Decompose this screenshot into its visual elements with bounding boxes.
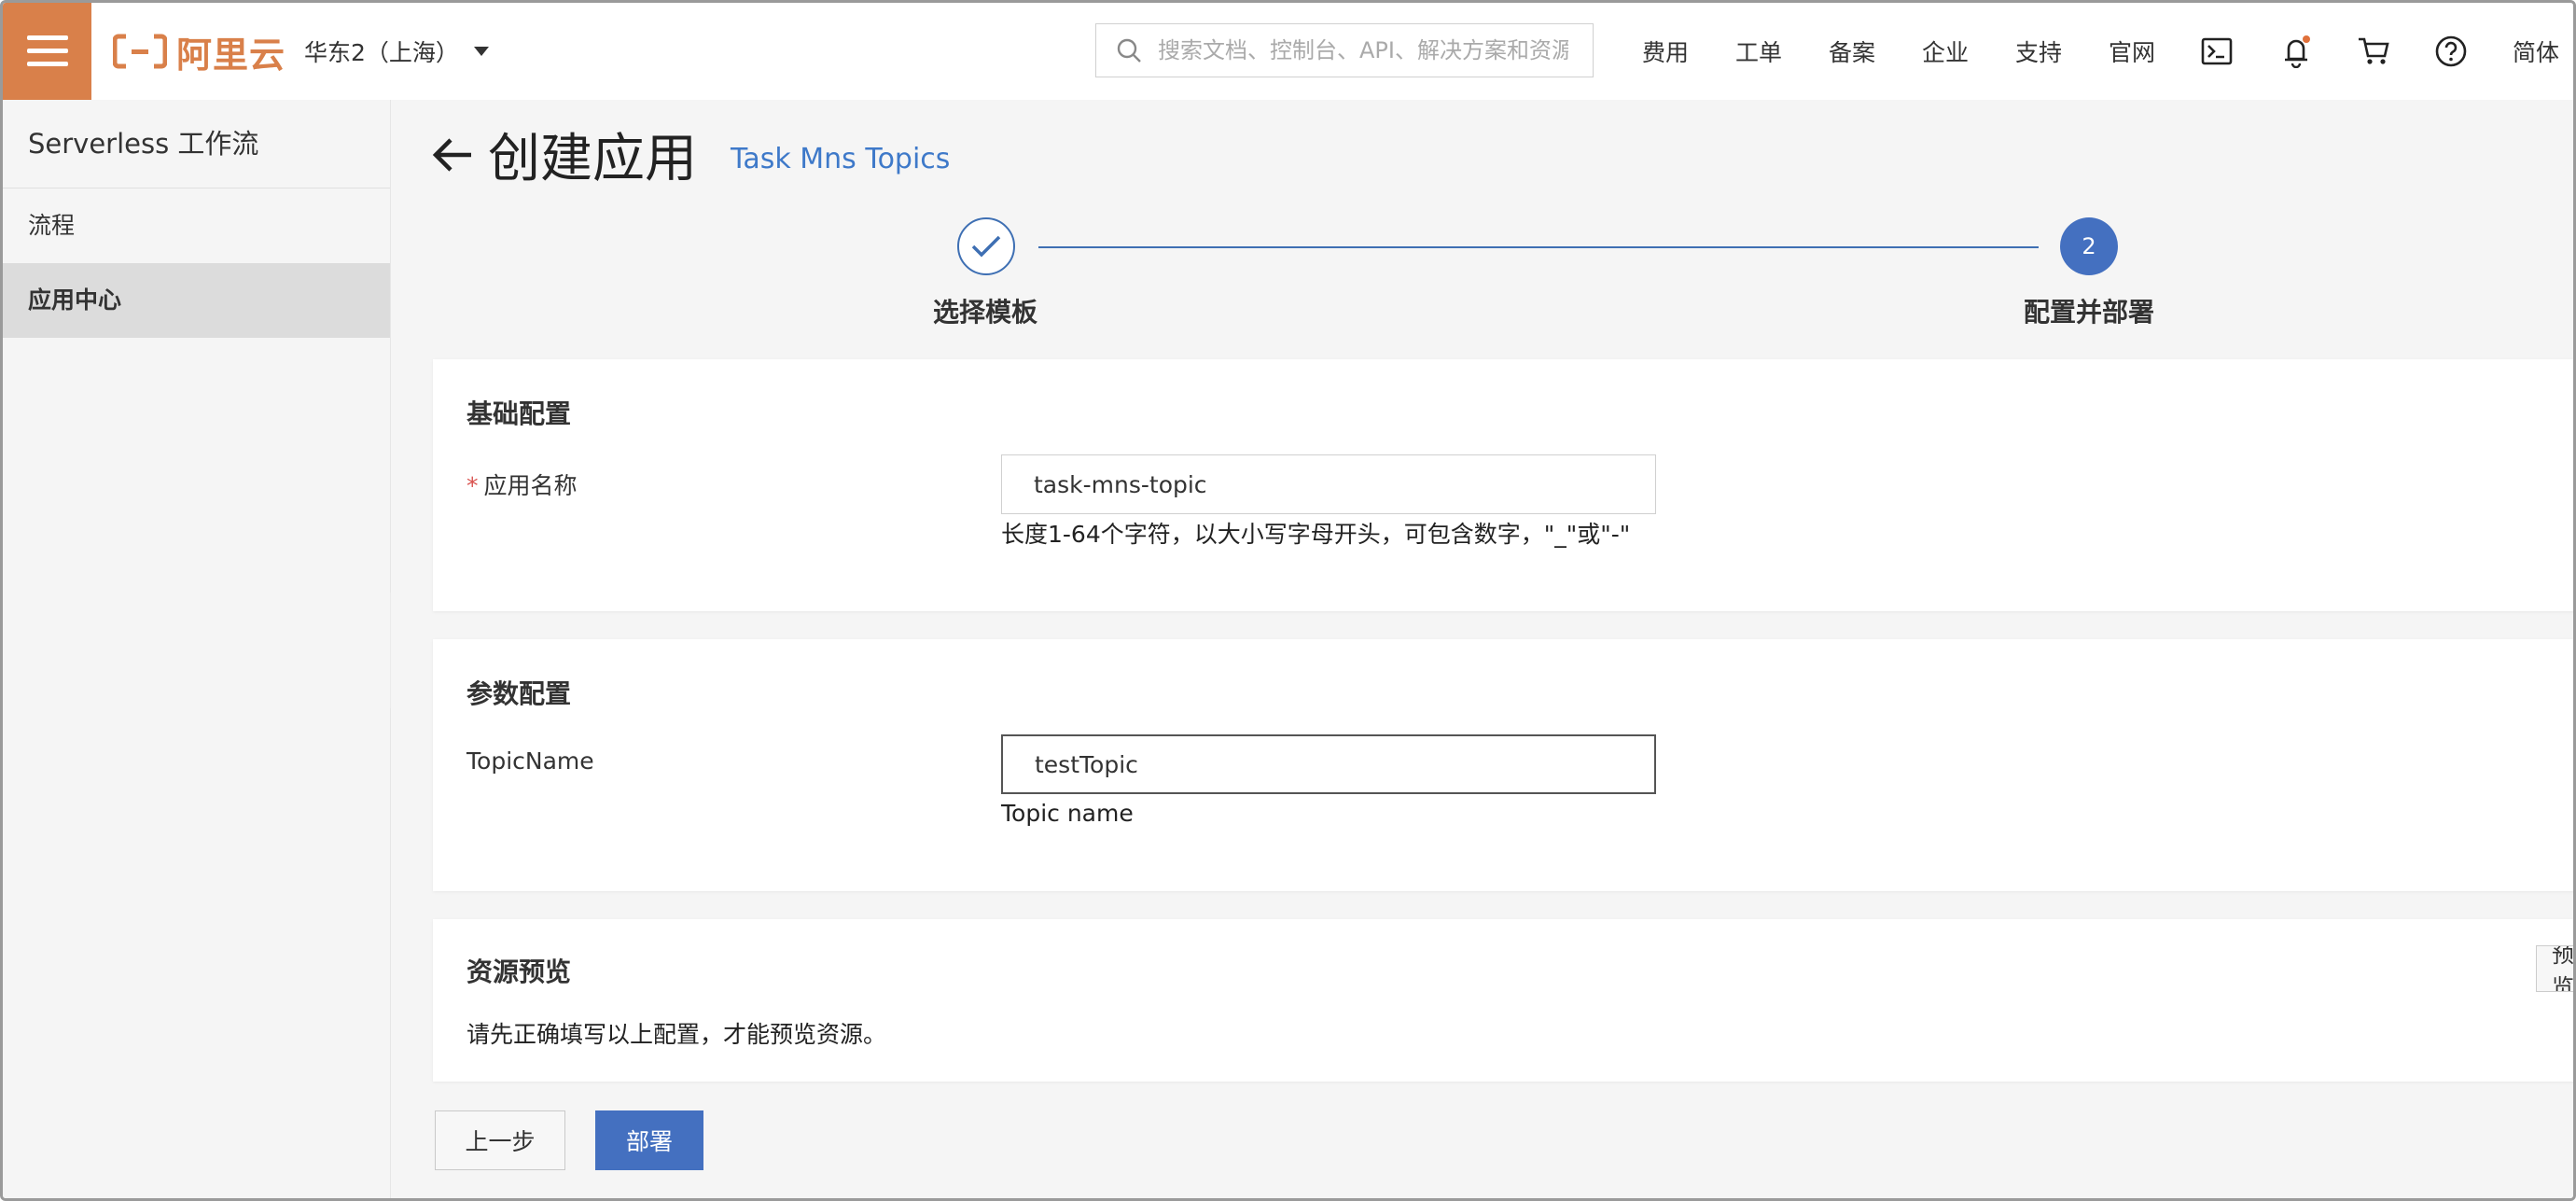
app-name-label-text: 应用名称 xyxy=(483,472,578,499)
sidebar: Serverless 工作流 流程 应用中心 xyxy=(3,100,391,1198)
app-name-input[interactable] xyxy=(1001,454,1656,514)
caret-down-icon xyxy=(473,47,489,56)
search-input[interactable] xyxy=(1156,36,1570,64)
nav-tickets[interactable]: 工单 xyxy=(1735,3,1782,100)
required-marker: * xyxy=(466,472,479,499)
template-name-link[interactable]: Task Mns Topics xyxy=(731,143,950,175)
nav-fees[interactable]: 费用 xyxy=(1642,3,1689,100)
terminal-icon[interactable] xyxy=(2198,33,2235,70)
resource-preview-card: 资源预览 预览 请先正确填写以上配置，才能预览资源。 xyxy=(433,919,2573,1082)
resource-preview-title: 资源预览 xyxy=(466,957,572,987)
top-navbar: 阿里云 华东2（上海） 费用 工单 备案 企业 支持 官网 xyxy=(3,3,2573,101)
brand-name: 阿里云 xyxy=(176,34,286,76)
app-window: 阿里云 华东2（上海） 费用 工单 备案 企业 支持 官网 xyxy=(0,0,2576,1201)
sidebar-item-flows[interactable]: 流程 xyxy=(3,189,390,263)
step-2-circle: 2 xyxy=(2060,217,2118,275)
step-1-circle xyxy=(957,217,1015,275)
nav-official-site[interactable]: 官网 xyxy=(2109,3,2155,100)
deploy-button[interactable]: 部署 xyxy=(595,1110,703,1170)
topic-name-input[interactable] xyxy=(1001,734,1656,794)
back-arrow-icon[interactable] xyxy=(432,136,475,174)
region-label: 华东2（上海） xyxy=(304,39,459,66)
nav-support[interactable]: 支持 xyxy=(2015,3,2062,100)
search-icon xyxy=(1117,38,1141,63)
app-name-label: * 应用名称 xyxy=(466,468,578,501)
aliyun-logo-icon xyxy=(112,33,168,70)
hamburger-menu-button[interactable] xyxy=(3,3,91,100)
hamburger-icon xyxy=(26,35,68,67)
topic-name-label: TopicName xyxy=(466,747,594,775)
sidebar-item-app-center[interactable]: 应用中心 xyxy=(3,263,390,338)
param-config-title: 参数配置 xyxy=(466,678,572,709)
basic-config-title: 基础配置 xyxy=(466,398,572,429)
prev-step-button[interactable]: 上一步 xyxy=(435,1110,565,1170)
nav-icp-filing[interactable]: 备案 xyxy=(1829,3,1875,100)
param-config-card: 参数配置 TopicName Topic name xyxy=(433,639,2573,891)
resource-preview-message: 请先正确填写以上配置，才能预览资源。 xyxy=(466,1021,887,1048)
preview-button[interactable]: 预览 xyxy=(2536,945,2573,992)
checkmark-icon xyxy=(971,235,1001,258)
app-name-help: 长度1-64个字符，以大小写字母开头，可包含数字，"_"或"-" xyxy=(1001,521,1631,548)
region-selector[interactable]: 华东2（上海） xyxy=(304,35,489,68)
basic-config-card: 基础配置 *应用名称 长度1-64个字符，以大小写字母开头，可包含数字，"_"或… xyxy=(433,359,2573,611)
global-search[interactable] xyxy=(1095,23,1594,77)
notification-bell-icon[interactable] xyxy=(2277,33,2315,70)
brand-logo[interactable]: 阿里云 xyxy=(112,29,286,76)
sidebar-title: Serverless 工作流 xyxy=(3,100,390,189)
page-header: 创建应用 Task Mns Topics xyxy=(432,117,950,192)
page-title: 创建应用 xyxy=(488,129,697,189)
main-content: 创建应用 Task Mns Topics 2 选择模板 配置并部署 基础配置 *… xyxy=(391,100,2573,1198)
step-2-label: 配置并部署 xyxy=(2024,297,2155,328)
step-progress: 2 选择模板 配置并部署 xyxy=(391,212,2573,328)
step-1-label: 选择模板 xyxy=(933,297,1038,328)
shopping-cart-icon[interactable] xyxy=(2355,33,2392,70)
nav-enterprise[interactable]: 企业 xyxy=(1922,3,1969,100)
help-icon[interactable] xyxy=(2432,33,2470,70)
step-connector xyxy=(1038,246,2039,248)
language-switch[interactable]: 简体 xyxy=(2513,3,2559,100)
topic-name-help: Topic name xyxy=(1001,800,1134,827)
